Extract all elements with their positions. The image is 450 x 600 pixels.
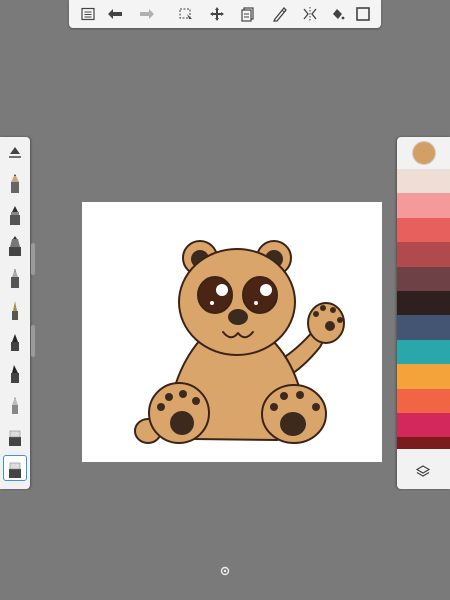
bear-drawing bbox=[134, 240, 345, 444]
frame-icon bbox=[356, 7, 370, 21]
bear-head bbox=[178, 248, 296, 356]
redo-button[interactable] bbox=[136, 4, 158, 24]
pencil-brush[interactable] bbox=[3, 170, 27, 196]
color-swatch[interactable] bbox=[397, 364, 450, 390]
bear-right-eye bbox=[242, 276, 278, 314]
eraser-icon bbox=[9, 430, 21, 446]
fill-button[interactable] bbox=[327, 4, 349, 24]
layers-copy-button[interactable] bbox=[237, 4, 259, 24]
undo-button[interactable] bbox=[104, 4, 126, 24]
layers-icon bbox=[415, 465, 431, 477]
fineliner-icon bbox=[11, 269, 19, 288]
fineliner-brush[interactable] bbox=[3, 265, 27, 291]
redo-arrow-icon bbox=[140, 9, 154, 19]
canvas-settings-button[interactable] bbox=[219, 565, 231, 577]
symmetry-icon bbox=[303, 7, 317, 21]
selection-button[interactable] bbox=[175, 4, 197, 24]
undo-arrow-icon bbox=[108, 9, 122, 19]
pencil-icon bbox=[11, 174, 19, 193]
bear-nose bbox=[228, 309, 248, 325]
stack-icon bbox=[241, 7, 254, 22]
fullscreen-button[interactable] bbox=[352, 4, 374, 24]
pen-icon bbox=[10, 206, 20, 225]
color-swatch[interactable] bbox=[397, 437, 450, 450]
airbrush-icon bbox=[11, 334, 19, 351]
color-swatch[interactable] bbox=[397, 339, 450, 365]
top-toolbar bbox=[69, 0, 381, 28]
eraser-icon bbox=[9, 462, 21, 478]
current-color-button[interactable] bbox=[412, 141, 436, 165]
chisel-marker-icon bbox=[11, 365, 19, 383]
triangle-icon bbox=[9, 147, 21, 158]
ruler-pencil-icon bbox=[272, 7, 287, 22]
color-swatch[interactable] bbox=[397, 193, 450, 219]
color-swatch[interactable] bbox=[397, 315, 450, 341]
airbrush-brush[interactable] bbox=[3, 328, 27, 354]
list-icon bbox=[81, 7, 95, 21]
move-arrows-icon bbox=[210, 7, 224, 21]
marker-icon bbox=[9, 236, 21, 256]
soft-pencil-brush[interactable] bbox=[3, 391, 27, 417]
chisel-marker-brush[interactable] bbox=[3, 360, 27, 386]
color-swatch[interactable] bbox=[397, 242, 450, 268]
ballpoint-brush[interactable] bbox=[3, 202, 27, 228]
paintbrush-brush[interactable] bbox=[3, 297, 27, 323]
eraser-hard-brush[interactable] bbox=[3, 423, 27, 449]
brush-properties-button[interactable] bbox=[3, 139, 27, 165]
color-swatch[interactable] bbox=[397, 169, 450, 194]
color-swatch[interactable] bbox=[397, 413, 450, 438]
color-swatch[interactable] bbox=[397, 388, 450, 414]
paintbrush-icon bbox=[12, 301, 18, 320]
ruler-button[interactable] bbox=[269, 4, 291, 24]
marker-brush[interactable] bbox=[3, 233, 27, 259]
transform-button[interactable] bbox=[206, 4, 228, 24]
color-swatch[interactable] bbox=[397, 266, 450, 292]
layers-button[interactable] bbox=[413, 461, 433, 481]
selection-icon bbox=[179, 8, 192, 21]
eraser-soft-brush[interactable] bbox=[3, 455, 27, 481]
menu-button[interactable] bbox=[77, 4, 99, 24]
bear-left-eye bbox=[197, 276, 233, 314]
drawing-canvas[interactable] bbox=[82, 202, 382, 462]
soft-pencil-icon bbox=[12, 397, 18, 414]
bucket-icon bbox=[333, 9, 345, 20]
gear-icon bbox=[220, 566, 230, 576]
brush-opacity-handle[interactable] bbox=[31, 325, 35, 357]
brush-size-handle[interactable] bbox=[31, 243, 35, 275]
color-swatch[interactable] bbox=[397, 291, 450, 316]
color-swatch[interactable] bbox=[397, 217, 450, 243]
brush-palette bbox=[0, 137, 30, 489]
color-palette bbox=[397, 137, 450, 489]
symmetry-button[interactable] bbox=[299, 4, 321, 24]
